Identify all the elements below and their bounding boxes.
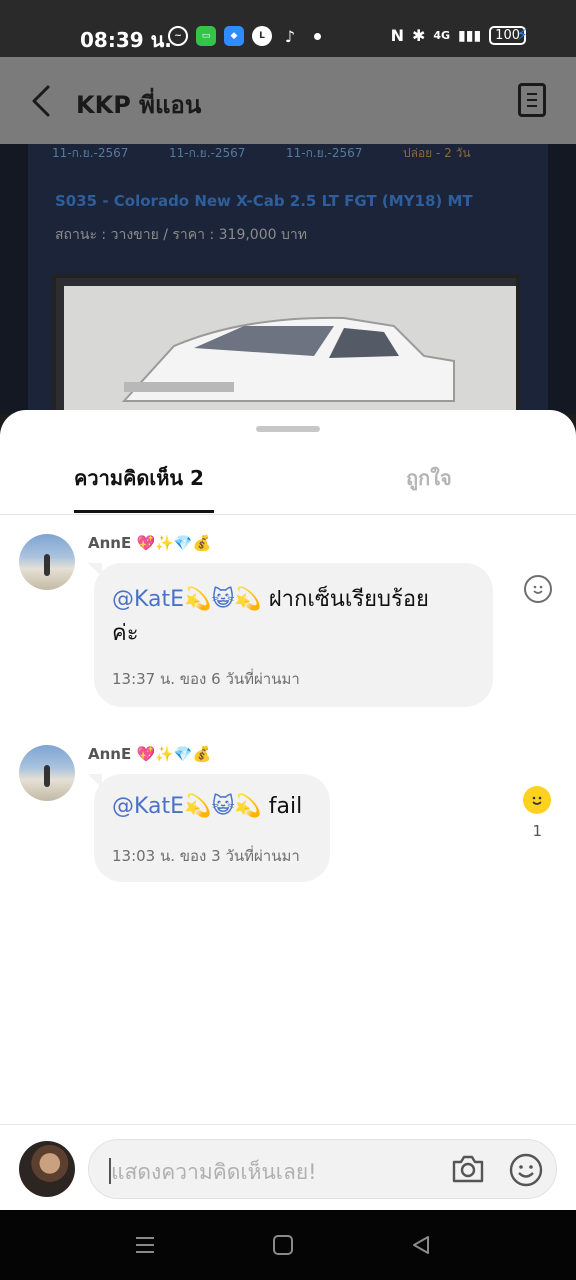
line-icon: L <box>252 26 272 46</box>
comment-text: @KatE💫😺💫 fail <box>112 790 302 824</box>
tab-likes[interactable]: ถูกใจ <box>406 462 452 494</box>
tab-divider <box>0 514 576 515</box>
tab-comments[interactable]: ความคิดเห็น 2 <box>74 462 204 494</box>
emoji-button[interactable] <box>509 1153 543 1187</box>
comment-timestamp: 13:37 น. ของ 6 วันที่ผ่านมา <box>112 670 300 688</box>
car-title: S035 - Colorado New X-Cab 2.5 LT FGT (MY… <box>55 192 473 210</box>
comment-text-line1: fail <box>261 794 303 819</box>
messages-icon: ▭ <box>196 26 216 46</box>
comment-author[interactable]: AnnE 💖✨💎💰 <box>88 534 211 552</box>
document-button[interactable] <box>518 83 546 117</box>
messenger-icon: ~ <box>168 26 188 46</box>
release-days: ปล่อย - 2 วัน <box>403 146 471 160</box>
signal-icon: ▮▮▮ <box>458 27 482 44</box>
active-tab-indicator <box>74 510 214 513</box>
input-placeholder: แสดงความคิดเห็นเลย! <box>111 1160 317 1184</box>
status-app-icons: ~ ▭ ◆ L ♪ <box>168 26 321 46</box>
system-nav-bar <box>0 1210 576 1280</box>
author-emoji: 💖✨💎💰 <box>136 745 212 763</box>
comments-sheet: ความคิดเห็น 2 ถูกใจ AnnE 💖✨💎💰 @KatE💫😺💫 ฝ… <box>0 410 576 1210</box>
date-2: 11-ก.ย.-2567 <box>169 146 246 160</box>
more-notifications-icon <box>314 32 321 40</box>
date-3: 11-ก.ย.-2567 <box>286 146 363 160</box>
tiktok-icon: ♪ <box>280 26 300 46</box>
bluetooth-icon: ✱ <box>411 26 426 45</box>
home-icon[interactable] <box>272 1234 294 1256</box>
author-name: AnnE <box>88 534 132 552</box>
status-time: 08:39 น. <box>80 28 172 52</box>
date-1: 11-ก.ย.-2567 <box>52 146 129 160</box>
post-dates: 11-ก.ย.-2567 11-ก.ย.-2567 11-ก.ย.-2567 ป… <box>52 144 520 163</box>
smiley-icon <box>533 585 543 594</box>
my-avatar <box>19 1141 75 1197</box>
comment-text-line2: ค่ะ <box>112 621 139 646</box>
comment-text: @KatE💫😺💫 ฝากเซ็นเรียบร้อย ค่ะ <box>112 583 429 651</box>
menu-icon[interactable] <box>134 1234 156 1256</box>
comment-bubble[interactable]: @KatE💫😺💫 fail 13:03 น. ของ 3 วันที่ผ่านม… <box>88 774 330 882</box>
back-nav-icon[interactable] <box>410 1234 432 1256</box>
avatar[interactable] <box>19 534 75 590</box>
mention-link[interactable]: @KatE💫😺💫 <box>112 794 262 819</box>
add-reaction-button[interactable] <box>524 575 552 603</box>
comment-input[interactable]: แสดงความคิดเห็นเลย! <box>88 1139 557 1199</box>
car-photo <box>52 274 520 426</box>
app-header: KKP พี่แอน <box>0 57 576 144</box>
comment-author[interactable]: AnnE 💖✨💎💰 <box>88 745 211 763</box>
camera-button[interactable] <box>451 1154 485 1184</box>
reaction-button-active[interactable] <box>523 786 551 814</box>
comment-timestamp: 13:03 น. ของ 3 วันที่ผ่านมา <box>112 847 300 865</box>
network-label: 4G <box>433 29 451 42</box>
photo-app-icon: ◆ <box>224 26 244 46</box>
avatar[interactable] <box>19 745 75 801</box>
reaction-count: 1 <box>532 822 542 840</box>
background-post: 11-ก.ย.-2567 11-ก.ย.-2567 11-ก.ย.-2567 ป… <box>0 144 576 426</box>
author-name: AnnE <box>88 745 132 763</box>
sheet-drag-handle[interactable] <box>256 426 320 432</box>
comment-bubble[interactable]: @KatE💫😺💫 ฝากเซ็นเรียบร้อย ค่ะ 13:37 น. ข… <box>88 563 493 707</box>
back-button[interactable] <box>28 83 58 119</box>
status-indicators: N ✱ 4G ▮▮▮ 100 <box>391 26 526 45</box>
comment-text-line1: ฝากเซ็นเรียบร้อย <box>261 587 429 612</box>
page-title: KKP พี่แอน <box>76 91 202 119</box>
car-status: สถานะ : วางขาย / ราคา : 319,000 บาท <box>55 227 307 243</box>
smiley-icon <box>532 796 542 805</box>
comment-input-bar: แสดงความคิดเห็นเลย! <box>0 1124 576 1210</box>
author-emoji: 💖✨💎💰 <box>136 534 212 552</box>
nfc-icon: N <box>390 26 404 45</box>
charging-icon: ⚡ <box>516 25 528 44</box>
car-image <box>64 286 516 426</box>
mention-link[interactable]: @KatE💫😺💫 <box>112 587 262 612</box>
